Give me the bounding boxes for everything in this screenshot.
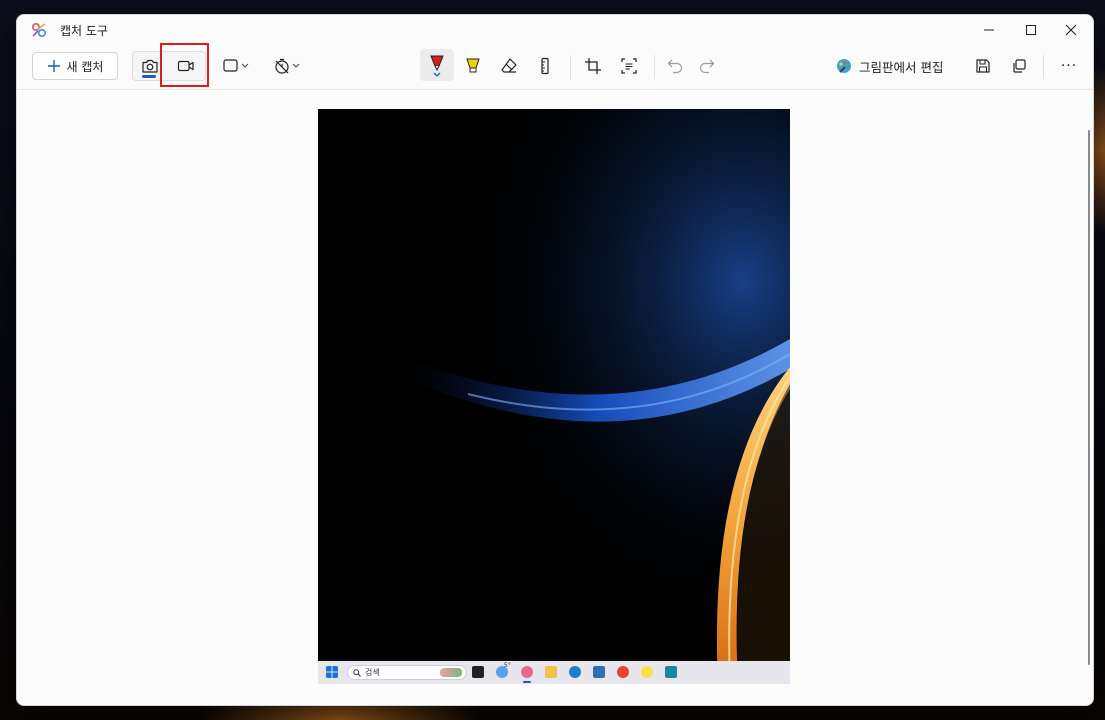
captured-taskbar: 검색 5° — [318, 661, 790, 684]
weather-temp: 5° — [504, 662, 511, 669]
eraser-button[interactable] — [493, 53, 525, 79]
toolbar-divider — [654, 55, 655, 79]
snipping-tool-window: 캡처 도구 새 캡처 그림판에서 편집 ··· 검색 5° — [16, 14, 1094, 706]
minimize-button[interactable] — [967, 15, 1011, 45]
redo-button[interactable] — [691, 53, 723, 79]
copy-icon — [1013, 59, 1026, 73]
store-icon — [593, 666, 605, 678]
toolbar-divider — [1043, 55, 1044, 79]
snipping-tool-app-icon — [31, 22, 47, 38]
crop-button[interactable] — [577, 53, 609, 79]
paint-app-icon — [837, 59, 851, 73]
search-icon — [353, 668, 361, 677]
ruler-button[interactable] — [529, 53, 561, 79]
crop-icon — [585, 58, 601, 74]
ballpoint-pen-button[interactable] — [420, 49, 454, 81]
redo-icon — [699, 59, 715, 74]
text-actions-icon — [621, 58, 637, 74]
save-icon — [976, 59, 990, 73]
window-title: 캡처 도구 — [60, 24, 108, 38]
new-capture-label: 새 캡처 — [66, 59, 104, 74]
captured-search-placeholder: 검색 — [365, 668, 380, 677]
edge-browser-icon — [569, 666, 581, 678]
capture-canvas: 검색 5° — [17, 90, 1093, 705]
maximize-icon — [1026, 25, 1036, 35]
wallpaper-image — [318, 109, 790, 684]
highlighter-button[interactable] — [457, 53, 489, 79]
undo-icon — [667, 59, 683, 74]
app-icon — [665, 666, 677, 678]
windows-start-icon — [326, 666, 338, 678]
text-actions-button[interactable] — [613, 53, 645, 79]
delay-dropdown[interactable] — [271, 53, 305, 79]
edit-in-paint-label: 그림판에서 편집 — [859, 59, 944, 75]
snip-shape-dropdown[interactable] — [220, 53, 254, 79]
eraser-icon — [501, 58, 517, 73]
file-explorer-icon — [545, 666, 557, 678]
ruler-icon — [541, 57, 549, 75]
chrome-icon — [617, 666, 629, 678]
vertical-scrollbar[interactable] — [1088, 130, 1090, 665]
captured-search-box: 검색 — [347, 665, 467, 680]
task-view-icon — [472, 666, 484, 678]
toolbar-divider — [570, 55, 571, 79]
minimize-icon — [984, 29, 994, 31]
highlighter-icon — [466, 58, 480, 73]
close-button[interactable] — [1049, 15, 1093, 45]
save-button[interactable] — [967, 53, 999, 79]
edit-in-paint-button[interactable]: 그림판에서 편집 — [834, 53, 945, 79]
kakaotalk-icon — [641, 666, 653, 678]
active-app-indicator — [523, 681, 531, 683]
more-icon: ··· — [1060, 58, 1078, 74]
copy-button[interactable] — [1003, 53, 1035, 79]
maximize-button[interactable] — [1009, 15, 1053, 45]
undo-button[interactable] — [659, 53, 691, 79]
new-capture-button[interactable]: 새 캡처 — [32, 52, 118, 80]
more-options-button[interactable]: ··· — [1053, 53, 1085, 79]
search-highlight-icon — [440, 668, 462, 677]
snipping-tool-taskbar-icon — [521, 666, 533, 678]
red-highlight-annotation — [160, 43, 209, 87]
timer-off-icon — [275, 58, 300, 74]
camera-icon — [142, 59, 158, 73]
rectangle-mode-icon — [223, 59, 249, 72]
captured-screenshot: 검색 5° — [318, 109, 790, 684]
ballpoint-pen-icon — [430, 55, 444, 77]
plus-icon — [47, 60, 60, 72]
active-mode-indicator — [142, 75, 156, 78]
close-icon — [1065, 24, 1077, 36]
